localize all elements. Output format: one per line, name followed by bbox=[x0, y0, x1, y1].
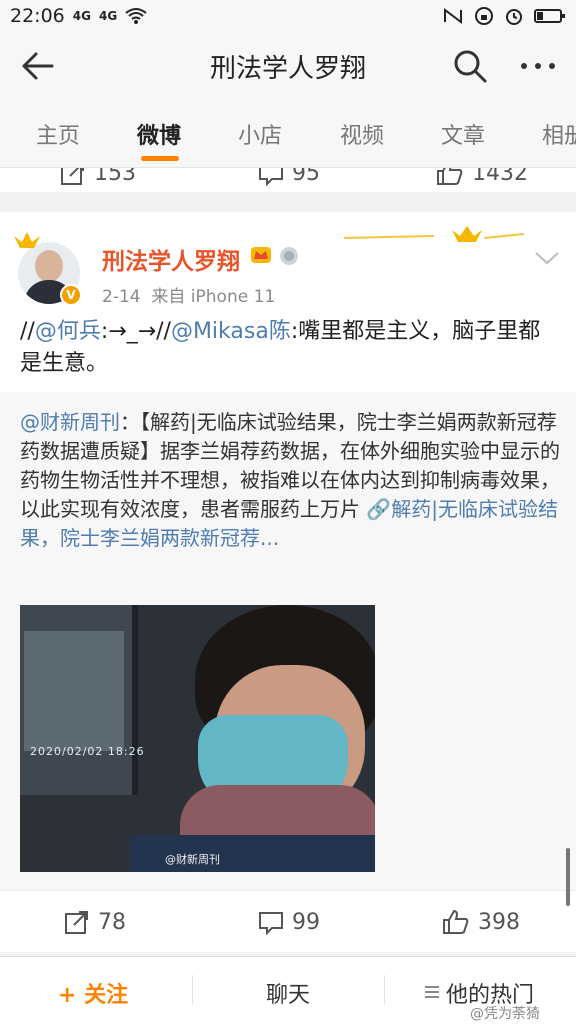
author-name[interactable]: 刑法学人罗翔 bbox=[102, 242, 240, 276]
crown-icon bbox=[14, 232, 40, 248]
search-icon[interactable] bbox=[450, 46, 490, 86]
profile-tabs: 主页 微博 小店 视频 文章 相册 bbox=[0, 100, 576, 168]
tab-active-indicator bbox=[141, 156, 179, 161]
clock: 22:06 bbox=[10, 5, 65, 27]
repost-text: @财新周刊：【解药|无临床试验结果，院士李兰娟两款新冠荐药数据遭质疑】据李兰娟荐… bbox=[20, 410, 560, 550]
battery-icon bbox=[534, 9, 565, 23]
mention-link[interactable]: @财新周刊 bbox=[20, 410, 120, 434]
post-card[interactable]: V 刑法学人罗翔 2-14 来自 iPhone 11 //@何兵:→_→//@M… bbox=[0, 212, 576, 890]
like-count: 398 bbox=[478, 909, 520, 935]
comment-count: 99 bbox=[292, 909, 320, 935]
watermark: @凭为荼猗 bbox=[470, 1006, 540, 1022]
comment-count: 95 bbox=[292, 168, 320, 186]
comment-icon bbox=[259, 912, 283, 935]
more-icon[interactable] bbox=[516, 46, 560, 86]
thumbs-up-icon bbox=[443, 909, 469, 934]
alarm-icon bbox=[506, 9, 522, 25]
post-actions: 78 99 398 bbox=[0, 890, 576, 952]
status-bar: 22:06 4G 4G bbox=[0, 0, 576, 32]
thumbs-up-icon bbox=[437, 168, 463, 185]
repost-count: 78 bbox=[98, 909, 126, 935]
bottom-bar: + 关注 聊天 他的热门 @凭为荼猗 bbox=[0, 956, 576, 1024]
header: 刑法学人罗翔 bbox=[0, 32, 576, 100]
signal-icon: 4G bbox=[98, 9, 118, 23]
tab-home[interactable]: 主页 bbox=[36, 118, 80, 150]
medal-icon bbox=[280, 247, 298, 265]
wifi-icon bbox=[125, 8, 147, 24]
tab-article[interactable]: 文章 bbox=[441, 118, 485, 150]
signal-icon: 4G bbox=[72, 9, 91, 23]
tab-video[interactable]: 视频 bbox=[340, 118, 384, 150]
comment-button[interactable]: 99 bbox=[258, 909, 320, 935]
post-date: 2-14 bbox=[102, 287, 141, 307]
repost-count: 153 bbox=[94, 168, 136, 186]
post-meta: 2-14 来自 iPhone 11 bbox=[102, 282, 275, 307]
back-arrow-icon[interactable] bbox=[18, 46, 58, 86]
repost-button[interactable]: 78 bbox=[64, 909, 126, 935]
lock-icon bbox=[475, 7, 493, 25]
scrollbar[interactable] bbox=[566, 848, 570, 906]
reposted-content[interactable]: @财新周刊：【解药|无临床试验结果，院士李兰娟两款新冠荐药数据遭质疑】据李兰娟荐… bbox=[0, 392, 576, 890]
repost-icon bbox=[61, 168, 84, 185]
previous-post-actions: 153 95 1432 bbox=[0, 168, 576, 192]
comment-icon bbox=[259, 168, 283, 186]
tab-album[interactable]: 相册 bbox=[542, 118, 576, 150]
tab-weibo[interactable]: 微博 bbox=[137, 118, 181, 150]
mention-link[interactable]: @何兵 bbox=[35, 319, 101, 344]
image-watermark: @财新周刊 bbox=[165, 853, 220, 866]
image-timestamp: 2020/02/02 18:26 bbox=[30, 745, 145, 758]
like-button[interactable]: 398 bbox=[442, 909, 520, 935]
verified-badge: V bbox=[60, 284, 82, 306]
follow-button[interactable]: + 关注 bbox=[58, 977, 128, 1009]
mention-link[interactable]: @Mikasa陈 bbox=[171, 319, 291, 344]
repost-icon bbox=[65, 911, 88, 934]
nfc-icon bbox=[444, 8, 462, 24]
comment-button[interactable]: 95 bbox=[258, 168, 320, 186]
like-count: 1432 bbox=[472, 168, 528, 186]
post-source: 来自 iPhone 11 bbox=[151, 287, 276, 307]
post-image[interactable]: 2020/02/02 18:26 @财新周刊 bbox=[20, 605, 375, 872]
like-button[interactable]: 1432 bbox=[436, 168, 528, 186]
post-text: //@何兵:→_→//@Mikasa陈:嘴里都是主义，脑子里都是生意。 bbox=[20, 319, 541, 376]
repost-button[interactable]: 153 bbox=[60, 168, 136, 186]
chevron-down-icon[interactable] bbox=[534, 250, 560, 266]
chat-button[interactable]: 聊天 bbox=[266, 977, 310, 1009]
tab-shop[interactable]: 小店 bbox=[238, 118, 282, 150]
menu-icon bbox=[425, 986, 439, 998]
crown-badge-icon bbox=[251, 247, 271, 263]
crown-decoration-icon bbox=[344, 226, 524, 242]
